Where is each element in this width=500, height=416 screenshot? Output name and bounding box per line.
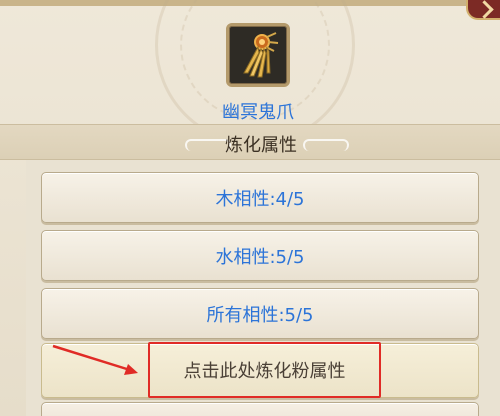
next-attribute-button[interactable] [41, 402, 479, 416]
pointer-arrow-icon [52, 344, 138, 375]
refine-panel: 幽冥鬼爪 炼化属性 木相性:4/5 水相性:5/5 所有相性:5/5 点击此处炼… [0, 0, 500, 416]
item-slot[interactable] [226, 23, 290, 87]
item-name: 幽冥鬼爪 [222, 102, 294, 123]
section-title: 炼化属性 [225, 135, 297, 156]
refine-pink-attribute-label[interactable]: 点击此处炼化粉属性 [148, 342, 381, 398]
attribute-wood-button[interactable]: 木相性:4/5 [41, 172, 479, 223]
attribute-all-button[interactable]: 所有相性:5/5 [41, 288, 479, 339]
attribute-water-button[interactable]: 水相性:5/5 [41, 230, 479, 281]
golden-claw-icon [243, 32, 279, 78]
close-corner-icon[interactable] [466, 0, 500, 20]
